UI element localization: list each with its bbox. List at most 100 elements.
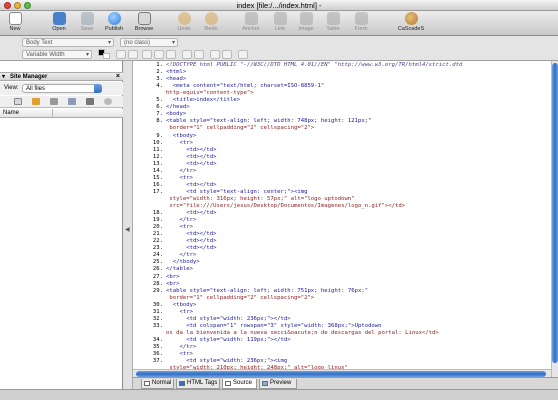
- new-document-icon: [8, 12, 22, 25]
- table-button[interactable]: Table: [320, 12, 346, 35]
- collapse-triangle-icon[interactable]: ▾: [2, 73, 5, 81]
- tab-preview-label: Preview: [270, 380, 292, 386]
- decrease-font-button[interactable]: [116, 50, 126, 59]
- align-button[interactable]: [238, 50, 248, 59]
- open-button[interactable]: Open: [46, 12, 72, 35]
- outdent-button[interactable]: [210, 50, 220, 59]
- browse-icon: [137, 12, 151, 25]
- bold-button[interactable]: [142, 50, 152, 59]
- browse-label: Browse: [134, 26, 154, 32]
- undo-arrow-icon: [177, 12, 191, 25]
- form-icon: [354, 12, 368, 25]
- publish-button[interactable]: Publish: [101, 12, 127, 35]
- stop-icon[interactable]: [104, 98, 112, 105]
- background-color-swatch[interactable]: [103, 53, 110, 59]
- cascades-label: CaScadeS: [397, 26, 425, 32]
- font-value: Variable Width: [26, 52, 65, 58]
- undo-button[interactable]: Undo: [171, 12, 197, 35]
- view-select[interactable]: All files: [22, 84, 102, 93]
- link-label: Link: [274, 26, 286, 32]
- name-column-label: Name: [3, 110, 20, 116]
- new-folder-icon[interactable]: [32, 98, 40, 105]
- view-select-value: All files: [26, 86, 46, 92]
- undo-label: Undo: [177, 26, 191, 32]
- vertical-scroll-thumb[interactable]: [552, 63, 558, 363]
- html-tags-mode-icon: [179, 381, 185, 386]
- vertical-scrollbar[interactable]: [551, 61, 558, 377]
- redo-button[interactable]: Redo: [198, 12, 224, 35]
- save-button[interactable]: Save: [74, 12, 100, 35]
- redo-arrow-icon: [204, 12, 218, 25]
- format-toolbar: Body Text (no class) Variable Width: [0, 36, 558, 61]
- css-class-select[interactable]: (no class): [120, 38, 178, 47]
- tab-html-tags-label: HTML Tags: [187, 380, 218, 386]
- site-manager-header: ▾ Site Manager ×: [0, 72, 123, 81]
- horizontal-scrollbar[interactable]: [133, 369, 551, 377]
- publish-label: Publish: [104, 26, 124, 32]
- tab-html-tags[interactable]: HTML Tags: [176, 379, 220, 389]
- table-label: Table: [326, 26, 340, 32]
- numbered-list-button[interactable]: [194, 50, 204, 59]
- image-label: Image: [298, 26, 314, 32]
- tab-normal-label: Normal: [152, 380, 172, 386]
- view-filter-row: View: All files: [0, 82, 123, 95]
- indent-button[interactable]: [222, 50, 232, 59]
- image-button[interactable]: Image: [293, 12, 319, 35]
- paragraph-format-select[interactable]: Body Text: [22, 38, 114, 47]
- view-label: View:: [4, 85, 19, 91]
- tab-normal[interactable]: Normal: [141, 379, 174, 389]
- form-button[interactable]: Form: [348, 12, 374, 35]
- minimize-window-icon[interactable]: [14, 2, 21, 9]
- source-editor[interactable]: 1. <!DOCTYPE html PUBLIC "-//W3C//DTD HTM…: [133, 61, 551, 369]
- table-icon: [326, 12, 340, 25]
- new-site-icon[interactable]: [14, 98, 22, 105]
- tab-source-label: Source: [233, 380, 253, 386]
- link-icon: [273, 12, 287, 25]
- paragraph-format-value: Body Text: [26, 40, 53, 46]
- name-column-header[interactable]: Name: [0, 109, 123, 118]
- delete-icon[interactable]: [86, 98, 94, 105]
- site-manager-title: Site Manager: [10, 74, 48, 80]
- source-mode-icon: [225, 381, 231, 386]
- main-toolbar: New Open Save Publish Browse Undo Redo A…: [0, 11, 558, 36]
- title-bar: index [file:/.../index.html] -: [0, 0, 558, 11]
- form-label: Form: [354, 26, 368, 32]
- site-tools-row: [0, 96, 123, 108]
- site-manager-pane: ▾ Site Manager × View: All files Name: [0, 61, 123, 400]
- italic-button[interactable]: [154, 50, 164, 59]
- font-select[interactable]: Variable Width: [22, 50, 92, 59]
- anchor-button[interactable]: Anchor: [238, 12, 264, 35]
- close-window-icon[interactable]: [4, 2, 11, 9]
- open-folder-icon: [52, 12, 66, 25]
- normal-mode-icon: [144, 381, 150, 386]
- edit-mode-tabbar: Normal HTML Tags Source Preview: [133, 377, 558, 389]
- column-divider[interactable]: [52, 109, 53, 118]
- pane-splitter[interactable]: ◀: [123, 61, 133, 400]
- publish-globe-icon: [107, 12, 121, 25]
- save-label: Save: [80, 26, 94, 32]
- bullet-list-button[interactable]: [182, 50, 192, 59]
- close-pane-icon[interactable]: ×: [116, 73, 120, 81]
- link-button[interactable]: Link: [267, 12, 293, 35]
- open-label: Open: [52, 26, 66, 32]
- tab-preview[interactable]: Preview: [259, 379, 297, 389]
- browse-button[interactable]: Browse: [131, 12, 157, 35]
- tab-source[interactable]: Source: [222, 379, 257, 389]
- cascades-palette-icon: [404, 12, 418, 25]
- status-bar: [0, 389, 558, 400]
- redo-label: Redo: [204, 26, 218, 32]
- window: index [file:/.../index.html] - New Open …: [0, 0, 558, 400]
- collapse-pane-icon[interactable]: ◀: [125, 226, 130, 233]
- zoom-window-icon[interactable]: [24, 2, 31, 9]
- new-button[interactable]: New: [2, 12, 28, 35]
- css-class-value: (no class): [124, 40, 151, 46]
- increase-font-button[interactable]: [128, 50, 138, 59]
- select-stepper-icon: [94, 84, 102, 93]
- cascades-button[interactable]: CaScadeS: [396, 12, 426, 35]
- anchor-label: Anchor: [242, 26, 260, 32]
- edit-site-icon[interactable]: [50, 98, 58, 105]
- rename-icon[interactable]: [68, 98, 76, 105]
- image-icon: [299, 12, 313, 25]
- window-title: index [file:/.../index.html] -: [236, 1, 322, 10]
- underline-button[interactable]: [166, 50, 176, 59]
